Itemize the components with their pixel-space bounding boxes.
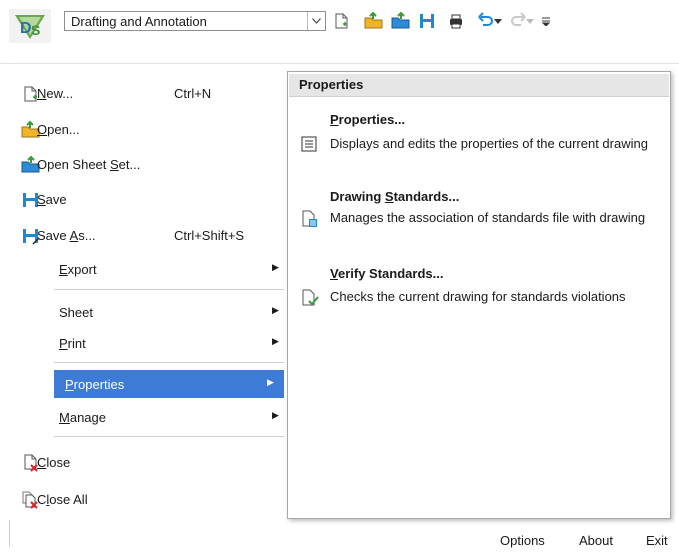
- menu-item-label: New...: [37, 86, 74, 101]
- menu-item-label: Print: [59, 336, 86, 351]
- drawing-standards-icon: [300, 209, 322, 231]
- menu-item-label: Close: [37, 455, 71, 470]
- menu-item-label: Open Sheet Set...: [37, 157, 141, 172]
- submenu-item-title: Properties...: [330, 112, 406, 127]
- application-menu: New... Ctrl+N Open... Open Sheet Set... …: [9, 64, 285, 520]
- menu-item-label: Close All: [37, 492, 88, 507]
- menu-separator: [54, 362, 284, 363]
- submenu-item-title: Drawing Standards...: [330, 189, 460, 204]
- menu-item-open-sheet-set[interactable]: Open Sheet Set...: [14, 149, 290, 181]
- customize-icon[interactable]: [539, 11, 553, 31]
- svg-text:S: S: [31, 22, 40, 38]
- menu-item-print[interactable]: Print ▶: [14, 328, 290, 360]
- submenu-header: Properties: [289, 74, 669, 97]
- submenu-item-description: Checks the current drawing for standards…: [330, 289, 626, 304]
- menu-item-label: Export: [59, 262, 97, 277]
- menu-item-sheet[interactable]: Sheet ▶: [14, 297, 290, 329]
- menu-separator: [54, 436, 284, 437]
- submenu-item-properties[interactable]: Properties... Displays and edits the pro…: [288, 112, 670, 164]
- menu-item-save-as[interactable]: Save As... Ctrl+Shift+S: [14, 220, 290, 252]
- workspace-value: Drafting and Annotation: [71, 14, 207, 29]
- submenu-item-verify-standards[interactable]: Verify Standards... Checks the current d…: [288, 266, 670, 326]
- svg-text:D: D: [20, 20, 32, 37]
- menu-item-save[interactable]: Save: [14, 184, 290, 216]
- menu-item-open[interactable]: Open...: [14, 114, 290, 146]
- shortcut-label: Ctrl+Shift+S: [174, 228, 245, 243]
- exit-button[interactable]: Exit: [646, 533, 668, 548]
- new-icon[interactable]: [331, 11, 351, 31]
- menu-item-close-all[interactable]: Close All: [14, 484, 290, 516]
- submenu-arrow-icon: ▶: [272, 305, 279, 315]
- submenu-arrow-icon: ▶: [272, 410, 279, 420]
- properties-submenu: Properties Properties... Displays and ed…: [287, 71, 671, 519]
- application-menu-button[interactable]: D S: [9, 9, 51, 43]
- submenu-title: Properties: [299, 77, 364, 92]
- menu-item-manage[interactable]: Manage ▶: [14, 402, 290, 434]
- submenu-arrow-icon: ▶: [267, 377, 274, 387]
- menu-item-close[interactable]: Close: [14, 447, 290, 479]
- shortcut-label: Ctrl+N: [174, 86, 212, 101]
- submenu-item-title: Verify Standards...: [330, 266, 444, 281]
- menu-item-label: Open...: [37, 122, 80, 137]
- chevron-down-icon[interactable]: [307, 12, 325, 30]
- submenu-arrow-icon: ▶: [272, 262, 279, 272]
- menu-item-label: Save: [37, 192, 67, 207]
- submenu-arrow-icon: ▶: [272, 336, 279, 346]
- menu-item-export[interactable]: Export ▶: [14, 254, 290, 286]
- submenu-item-description: Manages the association of standards fil…: [330, 210, 646, 225]
- workspace-dropdown[interactable]: Drafting and Annotation: [64, 11, 326, 31]
- plot-icon[interactable]: [446, 11, 466, 31]
- verify-standards-icon: [300, 288, 322, 310]
- redo-dropdown-icon: [525, 11, 535, 31]
- menu-item-new[interactable]: New... Ctrl+N: [14, 78, 290, 110]
- properties-icon: [300, 135, 322, 157]
- quick-access-toolbar: D S Drafting and Annotation: [0, 0, 679, 44]
- submenu-item-description: Displays and edits the properties of the…: [330, 136, 648, 151]
- submenu-item-drawing-standards[interactable]: Drawing Standards... Manages the associa…: [288, 189, 670, 249]
- menu-item-properties[interactable]: Properties ▶: [54, 370, 284, 398]
- menu-item-label: Properties: [65, 377, 125, 392]
- about-button[interactable]: About: [579, 533, 613, 548]
- menu-item-label: Manage: [59, 410, 106, 425]
- menu-item-label: Sheet: [59, 305, 93, 320]
- options-button[interactable]: Options: [500, 533, 545, 548]
- menu-separator: [54, 289, 284, 290]
- menu-item-label: Save As...: [37, 228, 96, 243]
- undo-dropdown-icon[interactable]: [493, 11, 503, 31]
- save-icon[interactable]: [417, 11, 437, 31]
- open-icon[interactable]: [364, 11, 384, 31]
- open-sheet-set-icon[interactable]: [391, 11, 411, 31]
